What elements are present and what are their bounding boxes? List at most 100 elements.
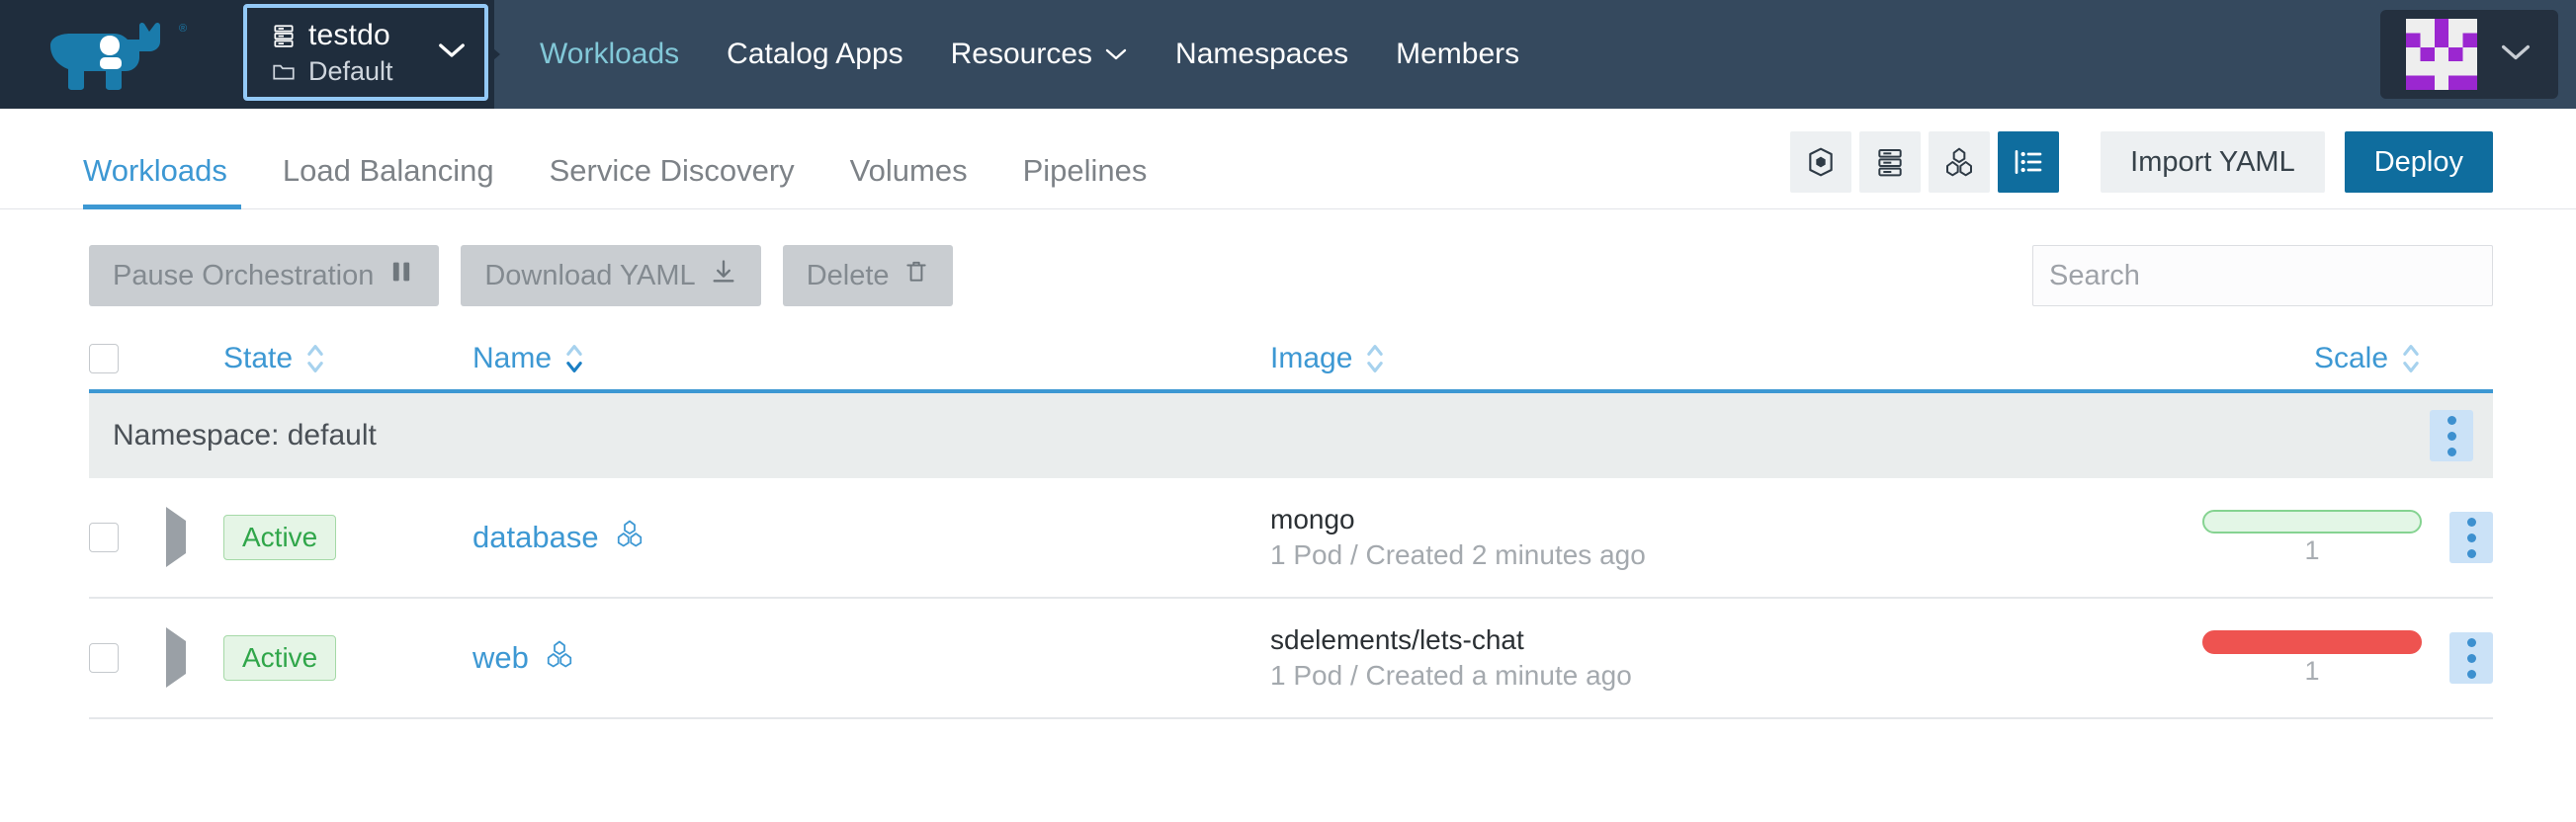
user-avatar-identicon	[2406, 19, 2477, 90]
column-header-state-label: State	[223, 342, 294, 374]
workloads-table: State Name Image Scale Namespace: defaul…	[0, 328, 2576, 719]
nav-item-namespaces[interactable]: Namespaces	[1152, 0, 1372, 109]
cluster-view-icon[interactable]	[1929, 131, 1991, 193]
column-header-image[interactable]: Image	[1270, 342, 2185, 375]
expand-triangle-icon[interactable]	[166, 507, 186, 567]
scale-count: 1	[2304, 655, 2320, 686]
table-row[interactable]: Active database mongo 1 Pod / Created 2 …	[89, 478, 2493, 599]
namespace-group-label: Namespace: default	[113, 419, 377, 452]
column-header-scale[interactable]: Scale	[2185, 342, 2422, 375]
expand-triangle-icon[interactable]	[166, 627, 186, 688]
user-menu-button[interactable]	[2380, 10, 2558, 99]
scale-health-bar	[2202, 629, 2422, 654]
delete-button[interactable]: Delete	[782, 245, 953, 306]
scale-health-bar	[2202, 509, 2422, 534]
image-subtitle: 1 Pod / Created 2 minutes ago	[1270, 538, 1646, 570]
download-yaml-label: Download YAML	[484, 259, 696, 291]
download-icon	[710, 258, 737, 293]
row-select-cell	[89, 643, 166, 673]
kebab-menu-icon[interactable]	[2449, 632, 2493, 684]
tab-pipelines[interactable]: Pipelines	[995, 109, 1175, 208]
row-scale-cell: 1	[2185, 509, 2422, 566]
view-toolbar: Import YAML Deploy	[1790, 131, 2493, 208]
nav-item-members[interactable]: Members	[1372, 0, 1543, 109]
row-checkbox[interactable]	[89, 523, 119, 552]
namespace-group-row: Namespace: default	[89, 393, 2493, 478]
tab-label: Service Discovery	[549, 153, 795, 188]
search-input[interactable]	[2032, 245, 2493, 306]
kebab-menu-icon[interactable]	[2430, 410, 2473, 461]
row-menu-cell	[2422, 632, 2493, 684]
kebab-menu-icon[interactable]	[2449, 512, 2493, 563]
row-expand-cell[interactable]	[166, 507, 223, 567]
picker-project-name: Default	[308, 55, 393, 86]
primary-nav-items: Workloads Catalog Apps Resources Namespa…	[500, 0, 1543, 109]
nav-item-label: Members	[1396, 38, 1520, 70]
chevron-down-icon	[2499, 41, 2533, 68]
rancher-logo[interactable]: ®	[0, 0, 237, 109]
tab-label: Volumes	[849, 153, 968, 188]
row-name-cell: web	[472, 639, 1270, 677]
sort-arrows-icon	[2400, 342, 2422, 375]
image-name: sdelements/lets-chat	[1270, 623, 1524, 655]
cluster-project-picker[interactable]: testdo Default	[243, 4, 488, 101]
select-all-cell	[89, 344, 166, 373]
top-navigation-bar: ® testdo Default Workloads Catalog Apps …	[0, 0, 2576, 109]
chevron-down-icon	[1104, 43, 1128, 65]
tab-service-discovery[interactable]: Service Discovery	[522, 109, 822, 208]
status-badge: Active	[223, 515, 337, 560]
secondary-tabs: Workloads Load Balancing Service Discove…	[83, 109, 1175, 209]
column-header-state[interactable]: State	[223, 342, 472, 375]
nav-item-resources[interactable]: Resources	[927, 0, 1152, 109]
image-name: mongo	[1270, 503, 1355, 534]
workload-view-icon[interactable]	[1790, 131, 1852, 193]
table-header-row: State Name Image Scale	[89, 328, 2493, 393]
import-yaml-button[interactable]: Import YAML	[2101, 131, 2325, 193]
bulk-action-bar: Pause Orchestration Download YAML Delete	[0, 209, 2576, 306]
deploy-button[interactable]: Deploy	[2344, 131, 2493, 193]
row-select-cell	[89, 523, 166, 552]
workload-name-link[interactable]: database	[472, 520, 599, 555]
tab-volumes[interactable]: Volumes	[822, 109, 995, 208]
nav-item-label: Namespaces	[1175, 38, 1349, 70]
row-expand-cell[interactable]	[166, 627, 223, 688]
node-view-icon[interactable]	[1859, 131, 1922, 193]
pause-orchestration-button[interactable]: Pause Orchestration	[89, 245, 440, 306]
tab-workloads[interactable]: Workloads	[83, 109, 255, 209]
workload-name-link[interactable]: web	[472, 640, 529, 676]
image-subtitle: 1 Pod / Created a minute ago	[1270, 659, 1632, 691]
column-header-image-label: Image	[1270, 342, 1353, 374]
tab-label: Load Balancing	[282, 153, 494, 188]
select-all-checkbox[interactable]	[89, 344, 119, 373]
workload-cubes-icon	[545, 639, 574, 677]
app-root: ® testdo Default Workloads Catalog Apps …	[0, 0, 2576, 822]
sort-arrows-icon	[304, 342, 326, 375]
picker-project-row: Default	[271, 56, 423, 87]
nav-pointer-arrow	[486, 42, 500, 66]
nav-item-catalog-apps[interactable]: Catalog Apps	[703, 0, 926, 109]
row-menu-cell	[2422, 512, 2493, 563]
row-state-cell: Active	[223, 515, 472, 560]
nav-item-workloads[interactable]: Workloads	[516, 0, 703, 109]
column-header-scale-label: Scale	[2313, 342, 2388, 374]
row-state-cell: Active	[223, 635, 472, 681]
list-view-icon[interactable]	[1998, 131, 2060, 193]
nav-item-label: Resources	[950, 38, 1093, 70]
nav-item-label: Catalog Apps	[727, 38, 903, 70]
sort-arrows-icon	[1364, 342, 1386, 375]
table-row[interactable]: Active web sdelements/lets-chat 1 Pod / …	[89, 599, 2493, 719]
delete-label: Delete	[806, 259, 890, 291]
column-header-name[interactable]: Name	[472, 342, 1270, 375]
server-icon	[271, 23, 297, 48]
row-image-cell: mongo 1 Pod / Created 2 minutes ago	[1270, 502, 2185, 574]
folder-icon	[271, 58, 297, 84]
row-checkbox[interactable]	[89, 643, 119, 673]
download-yaml-button[interactable]: Download YAML	[461, 245, 761, 306]
picker-cluster-row: testdo	[271, 19, 423, 52]
row-name-cell: database	[472, 519, 1270, 556]
chevron-down-icon	[437, 41, 467, 65]
tab-label: Pipelines	[1022, 153, 1148, 188]
tab-load-balancing[interactable]: Load Balancing	[255, 109, 522, 208]
secondary-tab-bar: Workloads Load Balancing Service Discove…	[0, 109, 2576, 209]
